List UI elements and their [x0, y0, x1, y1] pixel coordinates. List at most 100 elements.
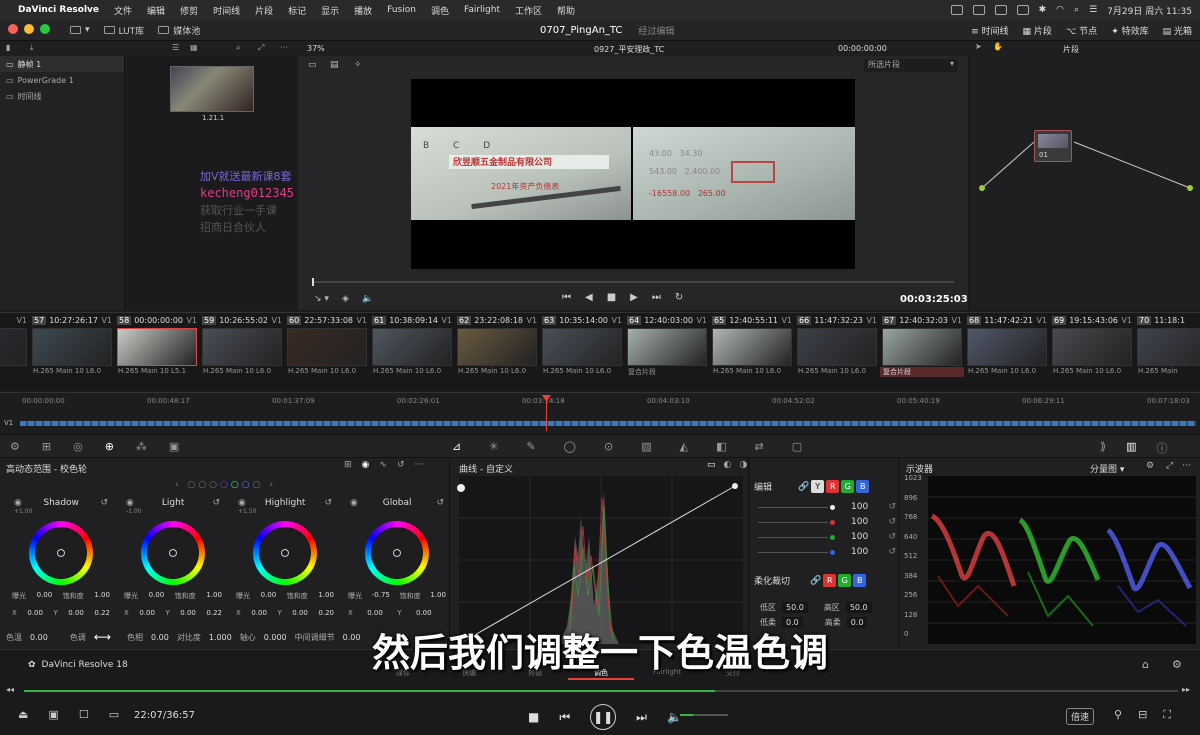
timeline-toggle[interactable]: ≡ 时间线 — [971, 24, 1008, 37]
chapter-icon[interactable]: ▣ — [48, 708, 58, 721]
soft-r-button[interactable]: R — [823, 574, 837, 587]
menu-file[interactable]: 文件 — [114, 4, 132, 17]
y-value[interactable]: 0.00 — [416, 609, 432, 617]
previous-icon[interactable]: ⏮ — [559, 710, 570, 725]
mediapool-button[interactable]: 媒体池 — [158, 24, 200, 37]
still-thumbnail[interactable] — [170, 66, 254, 112]
x-value[interactable]: 0.00 — [367, 609, 383, 617]
channel-slider[interactable] — [758, 506, 828, 508]
channel-reset-icon[interactable]: ↺ — [888, 517, 896, 527]
app-name[interactable]: DaVinci Resolve — [18, 5, 99, 15]
clip-thumbnail[interactable]: 60 22:57:33:08 V1 H.265 Main 10 L6.0 — [285, 313, 369, 391]
wheel-dot-icon[interactable]: ◉ — [14, 498, 22, 508]
page-tab[interactable]: 调色 — [568, 668, 634, 680]
menu-workspace[interactable]: 工作区 — [515, 4, 542, 17]
wifi-icon[interactable]: ◠ — [1056, 5, 1064, 15]
wheel-mode-icon[interactable]: ◉ — [362, 460, 370, 470]
import-icon[interactable]: ⤓ — [30, 43, 34, 53]
node-01[interactable]: 01 — [1034, 130, 1072, 162]
exp-value[interactable]: 0.00 — [37, 591, 53, 601]
3d-icon[interactable]: ▢ — [792, 440, 802, 453]
color-wheel-ring[interactable] — [253, 521, 317, 585]
clip-thumbnail[interactable]: 69 19:15:43:06 V1 H.265 Main 10 L6.0 — [1050, 313, 1134, 391]
page-tab[interactable]: 媒体 — [370, 668, 436, 680]
menu-playback[interactable]: 播放 — [354, 4, 372, 17]
wand-icon[interactable]: ✧ — [354, 60, 362, 70]
wechat-icon[interactable] — [994, 5, 1007, 15]
wheel-dot-icon[interactable]: ◉ — [126, 498, 134, 508]
fullscreen-icon[interactable]: ⛶ — [1163, 708, 1171, 722]
video-frame[interactable]: BCD 欣昱顺五金制品有限公司 2021年资产负债表 43.00 34.30 5… — [411, 79, 855, 269]
channel-value[interactable]: 100 — [851, 547, 868, 557]
note-icon[interactable]: ▭ — [109, 708, 119, 721]
menu-help[interactable]: 帮助 — [557, 4, 575, 17]
color-wheel-ring[interactable] — [141, 521, 205, 585]
high-soft-value[interactable]: 0.0 — [846, 617, 868, 628]
gallery-search-icon[interactable]: ⌕ — [236, 43, 240, 53]
wheel-reset-icon[interactable]: ↺ — [212, 498, 220, 508]
skip-forward-icon[interactable]: ▸▸ — [1182, 685, 1190, 694]
y-value[interactable]: 0.00 — [68, 609, 84, 617]
wheel-reset-icon[interactable]: ↺ — [324, 498, 332, 508]
wheel-center-handle[interactable] — [281, 549, 289, 557]
z-value[interactable]: 0.20 — [318, 609, 334, 617]
channel-slider[interactable] — [758, 521, 828, 523]
sidebar-item-stills[interactable]: ▭ 静帧 1 — [0, 56, 124, 72]
curve-graph[interactable] — [458, 476, 743, 645]
menu-color[interactable]: 调色 — [431, 4, 449, 17]
search-icon[interactable]: ⌕ — [1074, 5, 1079, 15]
auto-icon[interactable]: ∿ — [379, 460, 387, 470]
clip-thumbnail[interactable]: 66 11:47:32:23 V1 H.265 Main 10 L6.0 — [795, 313, 879, 391]
speed-button[interactable]: 倍速 — [1066, 708, 1095, 725]
channel-reset-icon[interactable]: ↺ — [888, 547, 896, 557]
timeline-name[interactable]: 0927_平安理政_TC — [594, 44, 664, 55]
split-icon[interactable]: ▤ — [330, 60, 339, 70]
minimize-window-button[interactable] — [24, 23, 34, 34]
stack-icon[interactable]: ◈ — [342, 294, 349, 304]
scopes-icon[interactable]: ▥ — [1126, 440, 1136, 456]
next-icon[interactable]: ⏭ — [636, 710, 647, 725]
more-icon[interactable]: ··· — [415, 460, 424, 470]
menu-fusion[interactable]: Fusion — [387, 5, 416, 15]
menu-fairlight[interactable]: Fairlight — [464, 5, 500, 15]
sat-value[interactable]: 1.00 — [94, 591, 110, 601]
clip-thumbnail[interactable]: 57 10:27:26:17 V1 H.265 Main 10 L6.0 — [30, 313, 114, 391]
tool-select-icon[interactable]: ↘ ▾ — [314, 294, 329, 304]
sat-value[interactable]: 1.00 — [430, 591, 446, 601]
low-soft-value[interactable]: 0.0 — [782, 617, 803, 628]
zoom-window-button[interactable] — [40, 23, 50, 34]
sizing-icon[interactable]: ⇄ — [754, 440, 763, 453]
info-icon[interactable]: ⓘ — [1157, 440, 1168, 456]
soft-g-button[interactable]: G — [838, 574, 852, 587]
screen-icon[interactable] — [950, 5, 963, 15]
z-value[interactable]: 0.22 — [206, 609, 222, 617]
clip-thumbnail[interactable]: 68 11:47:42:21 V1 H.265 Main 10 L6.0 — [965, 313, 1049, 391]
channel-value[interactable]: 100 — [851, 532, 868, 542]
sidebar-item-powergrade[interactable]: ▭ PowerGrade 1 — [0, 72, 124, 88]
play-icon[interactable]: ▶ — [630, 292, 638, 303]
loop-icon[interactable]: ↻ — [675, 292, 683, 303]
skip-back-icon[interactable]: ◂◂ — [6, 685, 14, 694]
scrubber-handle[interactable] — [312, 278, 314, 286]
channel-b-button[interactable]: B — [856, 480, 870, 493]
lock-icon[interactable]: ⊟ — [1138, 708, 1147, 722]
eject-icon[interactable]: ⏏ — [18, 708, 28, 721]
page-tab[interactable]: Fairlight — [634, 668, 700, 680]
expand-icon[interactable]: ⤢ — [258, 43, 264, 53]
pause-button[interactable]: ❚❚ — [590, 704, 617, 730]
channel-reset-icon[interactable]: ↺ — [888, 532, 896, 542]
list-view-icon[interactable]: ☰ — [172, 43, 179, 52]
progress-bar[interactable] — [24, 690, 1178, 692]
first-frame-icon[interactable]: ⏮ — [562, 292, 571, 303]
reset-icon[interactable]: ↺ — [397, 460, 405, 470]
volume-icon[interactable]: 🔈 — [667, 710, 682, 724]
scope-expand-icon[interactable]: ⤢ — [1166, 461, 1173, 471]
channel-g-button[interactable]: G — [841, 480, 855, 493]
sidebar-toggle-icon[interactable]: ▮ — [6, 43, 10, 52]
curves-icon[interactable]: ⊿ — [452, 440, 461, 453]
last-frame-icon[interactable]: ⏭ — [652, 292, 661, 303]
key-icon[interactable]: ◧ — [716, 440, 726, 453]
nodes-toggle[interactable]: ⌥ 节点 — [1066, 24, 1097, 37]
page-tab[interactable]: 剪辑 — [502, 668, 568, 680]
page-tab[interactable]: 交付 — [700, 668, 766, 680]
